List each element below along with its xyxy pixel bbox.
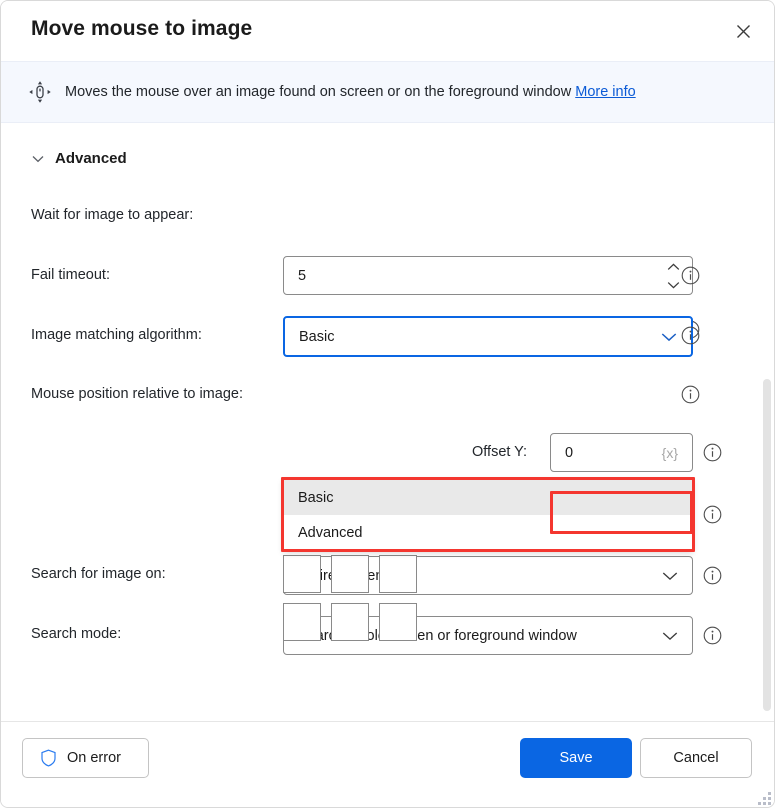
chevron-down-icon[interactable] (662, 568, 678, 584)
image-matching-algorithm-label: Image matching algorithm: (31, 327, 202, 343)
mouse-position-label: Mouse position relative to image: (31, 386, 243, 402)
offset-y-label: Offset Y: (472, 444, 527, 460)
position-cell-middle-left[interactable] (283, 555, 321, 593)
wait-for-image-label: Wait for image to appear: (31, 207, 193, 223)
dialog-footer: On error Save Cancel (1, 721, 775, 808)
offset-y-input[interactable]: 0 {x} (550, 433, 693, 472)
image-matching-algorithm-dropdown-list[interactable]: Basic Advanced (283, 479, 693, 551)
banner-description-text: Moves the mouse over an image found on s… (65, 84, 571, 100)
position-cell-bottom-right[interactable] (379, 603, 417, 641)
fail-timeout-spinner[interactable] (666, 263, 680, 289)
search-mode-label: Search mode: (31, 626, 121, 642)
vertical-scrollbar[interactable] (760, 124, 774, 721)
search-for-image-on-info-icon[interactable] (703, 566, 722, 585)
move-mouse-icon (27, 79, 53, 105)
position-cell-middle-center[interactable] (331, 555, 369, 593)
banner-description: Moves the mouse over an image found on s… (65, 84, 636, 100)
chevron-down-icon[interactable] (662, 628, 678, 644)
dialog-body: Advanced Wait for image to appear: Fail … (1, 124, 775, 721)
chevron-up-icon (667, 263, 680, 271)
advanced-section-label: Advanced (55, 150, 127, 167)
close-icon (736, 24, 751, 39)
tolerance-info-icon[interactable] (703, 505, 722, 524)
search-mode-info-icon[interactable] (703, 626, 722, 645)
variable-insert-icon[interactable]: {x} (662, 445, 678, 461)
on-error-label: On error (67, 750, 121, 766)
scrollbar-thumb[interactable] (763, 379, 771, 711)
resize-grip[interactable] (758, 792, 772, 806)
cancel-button[interactable]: Cancel (640, 738, 752, 778)
shield-icon (40, 750, 57, 767)
position-cell-middle-right[interactable] (379, 555, 417, 593)
close-button[interactable] (726, 15, 760, 47)
search-for-image-on-label: Search for image on: (31, 566, 166, 582)
image-matching-algorithm-select[interactable]: Basic (283, 316, 693, 357)
save-button[interactable]: Save (520, 738, 632, 778)
chevron-down-icon (31, 152, 45, 166)
offset-y-value: 0 (565, 445, 573, 461)
on-error-button[interactable]: On error (22, 738, 149, 778)
chevron-down-icon (667, 281, 680, 289)
offset-y-info-icon[interactable] (703, 443, 722, 462)
dialog-header: Move mouse to image (1, 1, 775, 61)
fail-timeout-value: 5 (298, 268, 306, 284)
fail-timeout-input[interactable]: 5 (283, 256, 693, 295)
dropdown-option-advanced[interactable]: Advanced (284, 515, 692, 550)
info-banner: Moves the mouse over an image found on s… (1, 61, 775, 123)
more-info-link[interactable]: More info (575, 84, 635, 100)
advanced-section-header[interactable]: Advanced (31, 150, 127, 167)
position-cell-bottom-left[interactable] (283, 603, 321, 641)
page-title: Move mouse to image (31, 17, 252, 41)
position-cell-bottom-center[interactable] (331, 603, 369, 641)
fail-timeout-info-icon[interactable] (681, 266, 700, 285)
mouse-position-info-icon[interactable] (681, 385, 700, 404)
dropdown-option-basic[interactable]: Basic (284, 480, 692, 515)
image-matching-algorithm-value: Basic (299, 329, 334, 345)
move-mouse-to-image-dialog: Move mouse to image Moves the mouse over… (0, 0, 775, 808)
chevron-down-icon[interactable] (661, 329, 677, 345)
image-matching-algorithm-info-icon[interactable] (681, 326, 700, 345)
fail-timeout-label: Fail timeout: (31, 267, 110, 283)
